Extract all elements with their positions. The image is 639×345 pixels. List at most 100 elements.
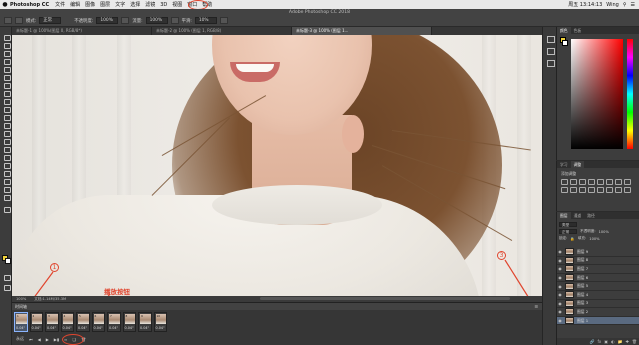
opacity-input[interactable]: 100%: [96, 17, 119, 24]
eye-icon[interactable]: ◉: [557, 318, 563, 323]
search-icon[interactable]: ⚲: [623, 2, 627, 8]
horizontal-scrollbar[interactable]: [260, 297, 510, 300]
doc-size[interactable]: 文档:1.14M/35.3M: [34, 297, 66, 302]
eye-icon[interactable]: ◉: [557, 284, 563, 289]
color-lookup-icon[interactable]: [579, 187, 586, 193]
layer-row[interactable]: ◉ 图层 1: [557, 316, 639, 326]
color-balance-icon[interactable]: [615, 179, 622, 185]
tab-swatches[interactable]: 色板: [571, 27, 585, 34]
first-frame-icon[interactable]: ⏮: [29, 337, 33, 342]
gradient-map-icon[interactable]: [615, 187, 622, 193]
tab-doc-2[interactable]: 未标题-2 @ 100% (图层 1, RGB/8): [152, 27, 292, 35]
frame-delay[interactable]: 0.04": [63, 326, 72, 330]
zoom-level[interactable]: 100%: [16, 297, 26, 301]
app-name-menu[interactable]: Photoshop CC: [10, 2, 49, 8]
menu-edit[interactable]: 编辑: [70, 1, 80, 8]
frame-delay[interactable]: 0.04": [156, 326, 165, 330]
menu-select[interactable]: 选择: [130, 1, 140, 8]
layer-row[interactable]: ◉ 图层 6: [557, 274, 639, 283]
menu-type[interactable]: 文字: [115, 1, 125, 8]
color-panel-background-swatch[interactable]: [562, 40, 568, 46]
timeline-frame[interactable]: 9 0.04": [138, 312, 152, 332]
brush-settings-icon[interactable]: [546, 59, 555, 67]
tab-doc-1[interactable]: 未标题-1 @ 100%(图层 0, RGB/8*): [12, 27, 152, 35]
timeline-frame[interactable]: 8 0.04": [122, 312, 136, 332]
menu-3d[interactable]: 3D: [160, 2, 167, 8]
screen-mode-icon[interactable]: [2, 283, 11, 291]
curves-icon[interactable]: [579, 179, 586, 185]
frame-tool-icon[interactable]: [2, 73, 11, 81]
fx-icon[interactable]: fx: [598, 339, 602, 344]
frame-delay[interactable]: 0.04": [94, 326, 103, 330]
settings-gear-icon[interactable]: [219, 17, 228, 24]
move-tool-icon[interactable]: [2, 33, 11, 41]
type-tool-icon[interactable]: [2, 161, 11, 169]
timeline-frame[interactable]: 3 0.04": [45, 312, 59, 332]
frame-delay[interactable]: 0.04": [109, 326, 118, 330]
layer-kind-filter[interactable]: 类型: [559, 221, 577, 228]
selective-color-icon[interactable]: [624, 187, 631, 193]
timeline-frame[interactable]: 5 0.04": [76, 312, 90, 332]
menu-file[interactable]: 文件: [55, 1, 65, 8]
layer-row[interactable]: ◉ 图层 9: [557, 248, 639, 257]
tab-adjustments[interactable]: 调整: [570, 161, 585, 168]
color-picker-field[interactable]: [571, 39, 623, 149]
tab-doc-3[interactable]: 未标题-3 @ 100% (图层 1...: [292, 27, 432, 35]
frame-delay[interactable]: 0.04": [16, 326, 25, 330]
home-icon[interactable]: [4, 17, 12, 24]
layer-opacity-value[interactable]: 100%: [599, 230, 609, 234]
brightness-icon[interactable]: [561, 179, 568, 185]
dodge-tool-icon[interactable]: [2, 145, 11, 153]
layer-row[interactable]: ◉ 图层 4: [557, 291, 639, 300]
black-white-icon[interactable]: [624, 179, 631, 185]
brush-tool-icon[interactable]: [2, 97, 11, 105]
new-layer-icon[interactable]: ✚: [626, 339, 629, 344]
next-frame-icon[interactable]: ▶▮: [54, 337, 59, 342]
channel-mixer-icon[interactable]: [570, 187, 577, 193]
quick-select-tool-icon[interactable]: [2, 57, 11, 65]
tab-learn[interactable]: 学习: [557, 161, 571, 168]
tab-layers[interactable]: 图层: [557, 212, 571, 219]
eye-icon[interactable]: ◉: [557, 249, 563, 254]
pen-tool-icon[interactable]: [2, 153, 11, 161]
delete-layer-icon[interactable]: 🗑: [632, 339, 637, 344]
apple-icon[interactable]: ●: [0, 1, 10, 8]
rectangle-tool-icon[interactable]: [2, 177, 11, 185]
timeline-frame[interactable]: 4 0.04": [60, 312, 74, 332]
new-adjustment-icon[interactable]: ◐: [611, 339, 615, 344]
threshold-icon[interactable]: [606, 187, 613, 193]
levels-icon[interactable]: [570, 179, 577, 185]
link-layers-icon[interactable]: 🔗: [590, 339, 595, 344]
timeline-frame[interactable]: 6 0.04": [91, 312, 105, 332]
menu-filter[interactable]: 滤镜: [145, 1, 155, 8]
blur-tool-icon[interactable]: [2, 137, 11, 145]
prev-frame-icon[interactable]: ◀: [38, 337, 41, 342]
tab-channels[interactable]: 通道: [571, 212, 585, 219]
frame-delay[interactable]: 0.04": [78, 326, 87, 330]
timeline-frame[interactable]: 1 0.04": [14, 312, 28, 332]
quick-mask-icon[interactable]: [2, 273, 11, 281]
new-group-icon[interactable]: 📁: [618, 339, 623, 344]
menu-view[interactable]: 视图: [172, 1, 182, 8]
healing-brush-tool-icon[interactable]: [2, 89, 11, 97]
marquee-tool-icon[interactable]: [2, 41, 11, 49]
eye-icon[interactable]: ◉: [557, 258, 563, 263]
zoom-tool-icon[interactable]: [2, 193, 11, 201]
eye-icon[interactable]: ◉: [557, 309, 563, 314]
menu-list-icon[interactable]: ☰: [631, 2, 635, 8]
lock-icon[interactable]: 🔒: [570, 237, 574, 241]
timeline-frame[interactable]: 2 0.04": [29, 312, 43, 332]
properties-icon[interactable]: [546, 47, 555, 55]
layer-row[interactable]: ◉ 图层 2: [557, 308, 639, 317]
frame-delay[interactable]: 0.04": [47, 326, 56, 330]
menu-image[interactable]: 图像: [85, 1, 95, 8]
eraser-tool-icon[interactable]: [2, 121, 11, 129]
pressure-opacity-icon[interactable]: [121, 17, 130, 24]
frame-delay[interactable]: 0.04": [125, 326, 134, 330]
document-canvas[interactable]: [12, 35, 542, 296]
eye-icon[interactable]: ◉: [557, 292, 563, 297]
crop-tool-icon[interactable]: [2, 65, 11, 73]
history-brush-tool-icon[interactable]: [2, 113, 11, 121]
frame-delay[interactable]: 0.04": [32, 326, 41, 330]
history-icon[interactable]: [546, 35, 555, 43]
